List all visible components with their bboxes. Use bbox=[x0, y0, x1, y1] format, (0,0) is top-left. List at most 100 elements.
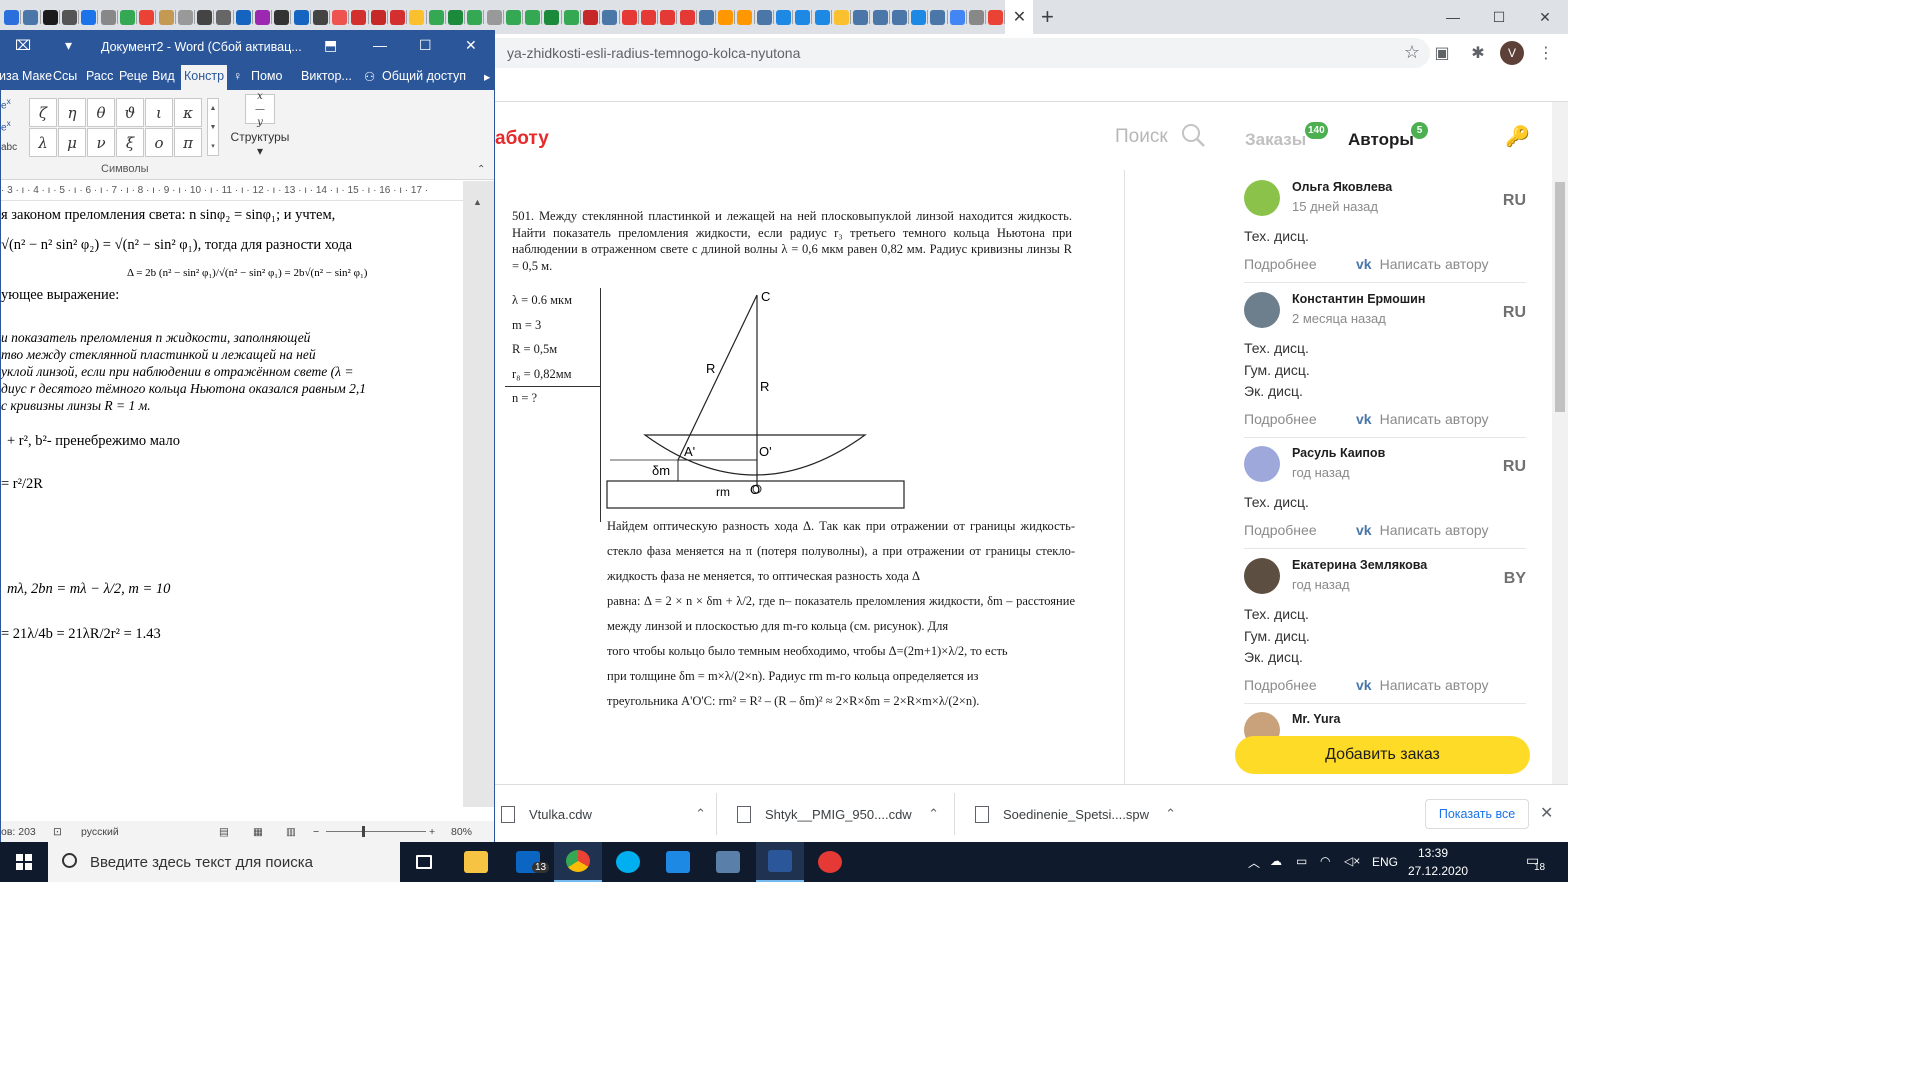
file-explorer-icon[interactable] bbox=[452, 842, 500, 882]
search-label[interactable]: Поиск bbox=[1115, 126, 1168, 148]
tab-layout[interactable]: иза bbox=[0, 69, 19, 83]
word-document-body[interactable]: я законом преломления света: n sinφ₂ = s… bbox=[1, 201, 463, 807]
show-all-downloads-button[interactable]: Показать все bbox=[1425, 799, 1529, 829]
minimize-button[interactable]: — bbox=[1430, 0, 1476, 34]
pinned-tab[interactable] bbox=[388, 0, 408, 34]
proofing-icon[interactable]: ⊡ bbox=[53, 826, 62, 838]
pinned-tab[interactable] bbox=[330, 0, 350, 34]
pinned-tab[interactable] bbox=[735, 0, 755, 34]
download-item[interactable]: Shtyk__PMIG_950....cdw ⌃ bbox=[737, 785, 939, 843]
pinned-tab[interactable] bbox=[311, 0, 331, 34]
pinned-tab[interactable] bbox=[542, 0, 562, 34]
author-name[interactable]: Константин Ермошин bbox=[1292, 292, 1425, 306]
volume-icon[interactable]: ◁× bbox=[1344, 854, 1360, 868]
collapse-ribbon-icon[interactable]: ⌃ bbox=[477, 164, 485, 175]
author-name[interactable]: Расуль Каипов bbox=[1292, 446, 1385, 460]
tab-orders[interactable]: Заказы bbox=[1245, 130, 1306, 150]
menu-dots-icon[interactable]: ⋮ bbox=[1532, 39, 1560, 67]
symbol-button[interactable]: ι bbox=[145, 98, 173, 127]
pinned-tab[interactable] bbox=[369, 0, 389, 34]
pinned-tab[interactable] bbox=[774, 0, 794, 34]
language-status[interactable]: русский bbox=[81, 826, 119, 838]
pinned-tab[interactable] bbox=[484, 0, 505, 34]
tab-design[interactable]: Констр bbox=[181, 65, 228, 90]
pinned-tab[interactable] bbox=[60, 0, 80, 34]
tab-authors[interactable]: Авторы bbox=[1348, 130, 1414, 150]
symbol-button[interactable]: κ bbox=[174, 98, 202, 127]
pinned-tab[interactable] bbox=[755, 0, 775, 34]
word-minimize-button[interactable]: — bbox=[373, 37, 387, 53]
pinned-tab[interactable] bbox=[677, 0, 697, 34]
symbol-button[interactable]: ο bbox=[145, 128, 173, 157]
close-window-button[interactable]: ✕ bbox=[1522, 0, 1568, 34]
author-name[interactable]: Mr. Yura bbox=[1292, 712, 1340, 726]
pinned-tab[interactable] bbox=[176, 0, 196, 34]
pinned-tab[interactable] bbox=[658, 0, 678, 34]
pinned-tab[interactable] bbox=[349, 0, 369, 34]
tab-review[interactable]: Реце bbox=[119, 69, 148, 83]
tab-references[interactable]: Ссы bbox=[53, 69, 77, 83]
web-layout-icon[interactable]: ▥ bbox=[286, 826, 296, 838]
author-details-link[interactable]: Подробнее bbox=[1244, 256, 1317, 272]
pinned-tab[interactable] bbox=[793, 0, 813, 34]
write-to-author-link[interactable]: vk Написать автору bbox=[1356, 522, 1489, 538]
pinned-tab[interactable] bbox=[214, 0, 234, 34]
word-maximize-button[interactable]: ☐ bbox=[419, 37, 432, 54]
pinned-tab[interactable] bbox=[156, 0, 176, 34]
word-count[interactable]: ов: 203 bbox=[1, 826, 36, 838]
clock-time[interactable]: 13:39 bbox=[1418, 846, 1448, 860]
pinned-tab[interactable] bbox=[79, 0, 99, 34]
symbol-button[interactable]: ζ bbox=[29, 98, 57, 127]
extensions-puzzle-icon[interactable]: ✱ bbox=[1464, 39, 1492, 67]
tab-view[interactable]: Вид bbox=[152, 69, 175, 83]
pinned-tab[interactable] bbox=[600, 0, 620, 34]
equation-icon[interactable]: ex bbox=[1, 96, 11, 111]
pinned-tab[interactable] bbox=[812, 0, 833, 34]
taskbar-search-box[interactable]: Введите здесь текст для поиска bbox=[48, 842, 400, 882]
extension-box-icon[interactable]: ▣ bbox=[1428, 39, 1456, 67]
read-mode-icon[interactable]: ▤ bbox=[219, 826, 229, 838]
pinned-tab[interactable] bbox=[870, 0, 890, 34]
site-page-title[interactable]: аботу bbox=[495, 128, 549, 150]
pinned-tab[interactable] bbox=[928, 0, 948, 34]
close-tab-icon[interactable]: ✕ bbox=[1013, 7, 1026, 27]
pinned-tab[interactable] bbox=[504, 0, 524, 34]
download-filename[interactable]: Vtulka.cdw bbox=[529, 807, 592, 822]
close-downloads-icon[interactable]: ✕ bbox=[1540, 803, 1553, 823]
kompas-icon[interactable] bbox=[654, 842, 702, 882]
pinned-tab[interactable] bbox=[948, 0, 968, 34]
symbols-gallery-scroll[interactable]: ▲ ▼ ▾ bbox=[207, 98, 219, 156]
avatar[interactable] bbox=[1244, 292, 1280, 328]
pinned-tab[interactable] bbox=[253, 0, 273, 34]
snipping-tool-icon[interactable] bbox=[806, 842, 854, 882]
author-details-link[interactable]: Подробнее bbox=[1244, 522, 1317, 538]
pinned-tab[interactable] bbox=[2, 0, 22, 34]
print-layout-icon[interactable]: ▦ bbox=[253, 826, 263, 838]
share-button[interactable]: Общий доступ bbox=[382, 69, 466, 83]
start-button[interactable] bbox=[0, 842, 48, 882]
symbol-button[interactable]: θ bbox=[87, 98, 115, 127]
search-icon[interactable] bbox=[1180, 122, 1206, 148]
tabs-scroll-right-icon[interactable]: ▸ bbox=[484, 69, 490, 84]
new-tab-button[interactable]: + bbox=[1033, 0, 1061, 34]
structures-button[interactable]: x — y Структуры ▾ bbox=[230, 91, 290, 159]
zoom-slider-thumb[interactable] bbox=[362, 826, 365, 837]
tab-help[interactable]: Помо bbox=[251, 69, 282, 83]
avatar[interactable] bbox=[1244, 446, 1280, 482]
pinned-tab[interactable] bbox=[465, 0, 485, 34]
symbol-button[interactable]: ν bbox=[87, 128, 115, 157]
add-order-button[interactable]: Добавить заказ bbox=[1235, 736, 1530, 774]
chevron-up-icon[interactable]: ⌃ bbox=[695, 806, 706, 822]
tell-me-lightbulb-icon[interactable]: ♀ bbox=[233, 69, 242, 83]
pinned-tab[interactable] bbox=[851, 0, 871, 34]
pinned-tab[interactable] bbox=[407, 0, 427, 34]
download-item[interactable]: Soedinenie_Spetsi....spw ⌃ bbox=[975, 785, 1176, 843]
pinned-tab[interactable] bbox=[967, 0, 987, 34]
zoom-level[interactable]: 80% bbox=[451, 826, 472, 838]
download-item[interactable]: Vtulka.cdw ⌃ bbox=[501, 785, 706, 843]
author-name[interactable]: Ольга Яковлева bbox=[1292, 180, 1392, 194]
pinned-tab[interactable] bbox=[620, 0, 640, 34]
chrome-icon[interactable] bbox=[554, 842, 602, 882]
pinned-tab[interactable] bbox=[697, 0, 717, 34]
ribbon-display-options-icon[interactable]: ⬒ bbox=[324, 37, 337, 54]
